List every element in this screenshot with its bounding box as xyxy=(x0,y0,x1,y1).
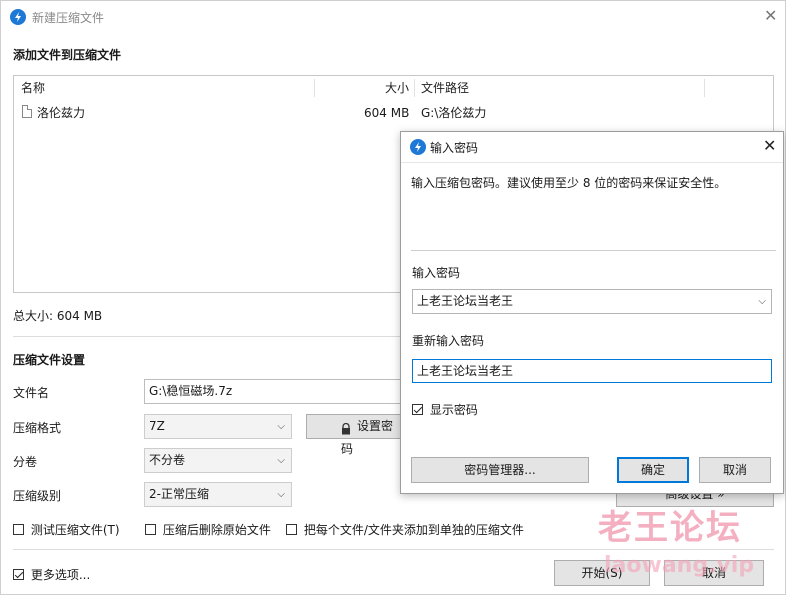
watermark-url: laowang.vip xyxy=(604,553,755,578)
column-divider[interactable] xyxy=(414,79,415,97)
settings-title: 压缩文件设置 xyxy=(13,353,86,367)
close-icon[interactable]: ✕ xyxy=(764,8,777,24)
total-size: 总大小: 604 MB xyxy=(13,309,103,323)
separate-archives-checkbox[interactable] xyxy=(286,524,297,535)
app-bolt-icon xyxy=(410,139,426,155)
split-value: 不分卷 xyxy=(149,453,186,467)
password-input[interactable]: 上老王论坛当老王 ⌵ xyxy=(412,289,772,314)
more-options-checkbox[interactable] xyxy=(13,569,24,580)
test-archive-option[interactable]: 测试压缩文件(T) xyxy=(13,521,120,538)
column-divider[interactable] xyxy=(314,79,315,97)
file-path: G:\洛伦兹力 xyxy=(421,106,487,120)
password-dialog: 输入密码 ✕ 输入压缩包密码。建议使用至少 8 位的密码来保证安全性。 输入密码… xyxy=(400,131,784,494)
show-password-checkbox[interactable] xyxy=(412,404,423,415)
set-password-button[interactable]: 设置密码 xyxy=(306,414,402,456)
level-label: 压缩级别 xyxy=(13,489,62,503)
chevron-down-icon: ⌵ xyxy=(277,421,285,432)
delete-original-label: 压缩后删除原始文件 xyxy=(162,523,271,537)
column-name[interactable]: 名称 xyxy=(21,76,45,100)
password-value: 上老王论坛当老王 xyxy=(417,294,514,308)
delete-original-option[interactable]: 压缩后删除原始文件 xyxy=(145,521,271,538)
format-select[interactable]: 7Z ⌵ xyxy=(144,414,292,439)
divider xyxy=(411,250,776,251)
dialog-hint: 输入压缩包密码。建议使用至少 8 位的密码来保证安全性。 xyxy=(411,176,727,190)
file-name[interactable]: 洛伦兹力 xyxy=(37,102,85,124)
section-add-title: 添加文件到压缩文件 xyxy=(13,48,122,62)
chevron-down-icon: ⌵ xyxy=(277,489,285,500)
split-select[interactable]: 不分卷 ⌵ xyxy=(144,448,292,473)
file-size: 604 MB xyxy=(364,106,410,120)
more-options-option[interactable]: 更多选项... xyxy=(13,566,90,583)
ok-button[interactable]: 确定 xyxy=(617,457,689,483)
chevron-down-icon: ⌵ xyxy=(277,455,285,466)
test-archive-checkbox[interactable] xyxy=(13,524,24,535)
level-value: 2-正常压缩 xyxy=(149,487,209,501)
show-password-label: 显示密码 xyxy=(429,403,478,417)
password-manager-button[interactable]: 密码管理器... xyxy=(411,457,589,483)
dialog-cancel-button[interactable]: 取消 xyxy=(699,457,771,483)
format-label: 压缩格式 xyxy=(13,421,62,435)
delete-original-checkbox[interactable] xyxy=(145,524,156,535)
lock-icon xyxy=(341,420,351,435)
watermark-title: 老王论坛 xyxy=(598,508,742,548)
column-size[interactable]: 大小 xyxy=(385,76,409,100)
file-icon xyxy=(22,105,32,118)
separate-archives-label: 把每个文件/文件夹添加到单独的压缩文件 xyxy=(303,523,524,537)
divider xyxy=(401,162,783,163)
level-select[interactable]: 2-正常压缩 ⌵ xyxy=(144,482,292,507)
chevron-down-icon[interactable]: ⌵ xyxy=(758,290,766,313)
column-path[interactable]: 文件路径 xyxy=(421,76,469,100)
password-label: 输入密码 xyxy=(412,266,461,280)
split-label: 分卷 xyxy=(13,455,38,469)
filename-input[interactable]: G:\稳恒磁场.7z xyxy=(144,379,402,404)
format-value: 7Z xyxy=(149,419,165,433)
dialog-title: 输入密码 xyxy=(430,141,479,155)
show-password-option[interactable]: 显示密码 xyxy=(412,401,478,418)
confirm-password-label: 重新输入密码 xyxy=(412,334,485,348)
column-divider[interactable] xyxy=(704,79,705,97)
filename-label: 文件名 xyxy=(13,386,50,400)
window-title: 新建压缩文件 xyxy=(32,11,105,25)
title-bar: 新建压缩文件 ✕ xyxy=(1,1,786,33)
separate-archives-option[interactable]: 把每个文件/文件夹添加到单独的压缩文件 xyxy=(286,521,524,538)
dialog-close-icon[interactable]: ✕ xyxy=(763,138,776,154)
more-options-label: 更多选项... xyxy=(30,568,91,582)
divider xyxy=(13,549,774,550)
confirm-password-input[interactable]: 上老王论坛当老王 xyxy=(412,359,772,383)
app-bolt-icon xyxy=(10,9,26,25)
test-archive-label: 测试压缩文件(T) xyxy=(30,523,120,537)
